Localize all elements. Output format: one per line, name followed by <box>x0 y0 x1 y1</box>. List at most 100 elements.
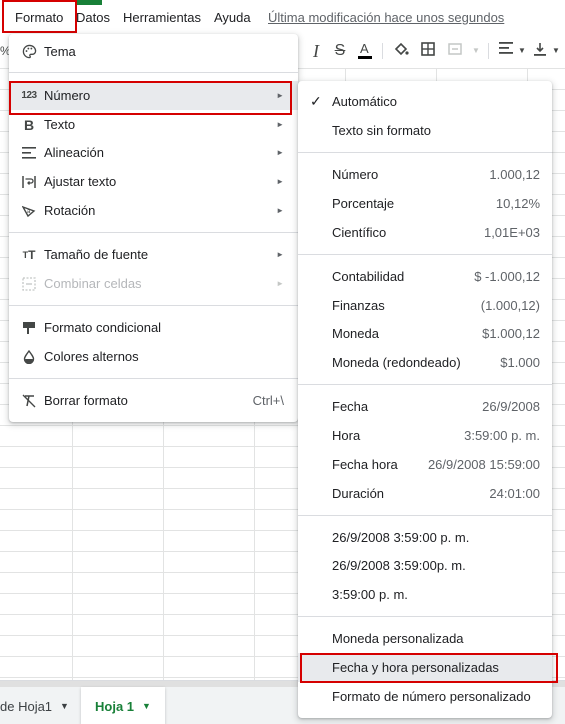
fill-color-icon[interactable] <box>391 41 411 61</box>
format-example: 26/9/2008 <box>482 399 540 414</box>
menu-item-alineacion[interactable]: Alineación ► <box>9 138 298 167</box>
format-example: 26/9/2008 15:59:00 <box>427 457 540 472</box>
wrap-icon <box>21 174 37 190</box>
number-submenu: ✓ Automático Texto sin formato Número 1.… <box>298 81 552 718</box>
chevron-right-icon: ► <box>276 250 284 259</box>
menu-item-label: Número <box>44 88 91 103</box>
submenu-item-label: Fecha <box>332 399 369 414</box>
submenu-item-automatico[interactable]: ✓ Automático <box>298 87 552 116</box>
menu-item-borrar-formato[interactable]: Borrar formato Ctrl+\ <box>9 386 298 415</box>
palette-icon <box>21 44 37 60</box>
check-icon: ✓ <box>310 93 322 109</box>
submenu-item-label: 3:59:00 p. m. <box>332 587 408 602</box>
shortcut-label: Ctrl+\ <box>252 393 284 408</box>
format-example: $1.000 <box>500 355 540 370</box>
menu-item-label: Texto <box>44 117 76 132</box>
submenu-item-recent-datetime-1[interactable]: 26/9/2008 3:59:00 p. m. <box>298 523 552 552</box>
submenu-item-label: Moneda <box>332 326 379 341</box>
menu-item-numero[interactable]: 123 Número ► <box>9 81 298 110</box>
format-example: 3:59:00 p. m. <box>464 428 540 443</box>
conditional-format-icon <box>21 320 37 336</box>
submenu-item-numero[interactable]: Número 1.000,12 <box>298 160 552 189</box>
submenu-item-label: Fecha hora <box>332 457 398 472</box>
menu-divider <box>9 72 298 73</box>
submenu-item-duracion[interactable]: Duración 24:01:00 <box>298 479 552 508</box>
merge-icon <box>21 276 37 292</box>
borders-icon[interactable] <box>418 41 438 61</box>
submenu-item-recent-time[interactable]: 3:59:00 p. m. <box>298 580 552 609</box>
menu-datos[interactable]: Datos <box>76 10 110 25</box>
submenu-item-label: Porcentaje <box>332 196 395 211</box>
chevron-right-icon: ► <box>276 148 284 157</box>
bold-icon: B <box>23 116 35 133</box>
text-color-icon[interactable]: A <box>355 41 375 61</box>
italic-icon[interactable]: I <box>306 41 326 61</box>
valign-dropdown-icon[interactable]: ▼ <box>546 41 565 61</box>
menu-herramientas[interactable]: Herramientas <box>123 10 201 25</box>
menu-item-texto[interactable]: B Texto ► <box>9 110 298 139</box>
submenu-item-label: Moneda (redondeado) <box>332 355 461 370</box>
toolbar: I S A ▼ ▼ ▼ <box>298 34 565 68</box>
merge-cells-icon[interactable] <box>445 41 465 61</box>
submenu-item-contabilidad[interactable]: Contabilidad $ -1.000,12 <box>298 262 552 291</box>
strikethrough-icon[interactable]: S <box>330 41 350 61</box>
submenu-item-moneda-personalizada[interactable]: Moneda personalizada <box>298 624 552 653</box>
merge-dropdown-icon[interactable]: ▼ <box>466 41 486 61</box>
menu-item-label: Ajustar texto <box>44 174 117 189</box>
align-dropdown-icon[interactable]: ▼ <box>512 41 532 61</box>
chevron-right-icon: ► <box>276 206 284 215</box>
submenu-item-cientifico[interactable]: Científico 1,01E+03 <box>298 218 552 247</box>
submenu-item-porcentaje[interactable]: Porcentaje 10,12% <box>298 189 552 218</box>
menu-item-tamano-fuente[interactable]: TT Tamaño de fuente ► <box>9 240 298 269</box>
submenu-item-fecha[interactable]: Fecha 26/9/2008 <box>298 392 552 421</box>
menu-divider <box>9 305 298 306</box>
submenu-item-recent-datetime-2[interactable]: 26/9/2008 3:59:00p. m. <box>298 551 552 580</box>
active-indicator <box>75 0 102 5</box>
menu-divider <box>9 232 298 233</box>
menu-item-combinar-celdas[interactable]: Combinar celdas ► <box>9 269 298 298</box>
menu-item-rotacion[interactable]: a Rotación ► <box>9 196 298 225</box>
format-menu: Tema 123 Número ► B Texto ► Alineación ►… <box>9 34 298 422</box>
submenu-item-texto-sin-formato[interactable]: Texto sin formato <box>298 116 552 145</box>
rotation-icon: a <box>21 203 37 219</box>
menu-formato[interactable]: Formato <box>15 10 63 25</box>
sheet-tab-prev[interactable]: de Hoja1 ▼ <box>0 687 69 724</box>
chevron-right-icon: ► <box>276 177 284 186</box>
last-modified-link[interactable]: Última modificación hace unos segundos <box>268 10 504 25</box>
menubar: Formato Datos Herramientas Ayuda Última … <box>0 0 565 34</box>
chevron-down-icon: ▼ <box>60 701 69 711</box>
menu-divider <box>298 384 552 385</box>
submenu-item-fecha-hora[interactable]: Fecha hora 26/9/2008 15:59:00 <box>298 450 552 479</box>
menu-item-tema[interactable]: Tema <box>9 37 298 66</box>
submenu-item-label: Número <box>332 167 379 182</box>
toolbar-separator <box>488 43 489 59</box>
sheet-tab-label: de Hoja1 <box>0 698 53 714</box>
menu-item-colores-alternos[interactable]: Colores alternos <box>9 342 298 371</box>
submenu-item-finanzas[interactable]: Finanzas (1.000,12) <box>298 291 552 320</box>
submenu-item-moneda[interactable]: Moneda $1.000,12 <box>298 319 552 348</box>
menu-item-ajustar-texto[interactable]: Ajustar texto ► <box>9 167 298 196</box>
format-example: $ -1.000,12 <box>474 269 540 284</box>
submenu-item-fecha-hora-personalizadas[interactable]: Fecha y hora personalizadas <box>298 653 552 682</box>
drop-icon <box>21 349 37 365</box>
submenu-item-moneda-redondeado[interactable]: Moneda (redondeado) $1.000 <box>298 348 552 377</box>
menu-item-label: Formato condicional <box>44 320 162 335</box>
submenu-item-label: Finanzas <box>332 298 385 313</box>
menu-item-formato-condicional[interactable]: Formato condicional <box>9 313 298 342</box>
menu-ayuda[interactable]: Ayuda <box>214 10 251 25</box>
sheet-tab-active[interactable]: Hoja 1 ▼ <box>81 687 165 724</box>
submenu-item-label: Fecha y hora personalizadas <box>332 660 499 675</box>
menu-item-label: Rotación <box>44 203 96 218</box>
submenu-item-formato-numero-personalizado[interactable]: Formato de número personalizado <box>298 682 552 711</box>
submenu-item-label: Hora <box>332 428 361 443</box>
font-size-icon: TT <box>22 247 36 262</box>
format-example: (1.000,12) <box>480 298 540 313</box>
menu-divider <box>298 616 552 617</box>
menu-item-label: Tema <box>44 44 76 59</box>
menu-divider <box>9 378 298 379</box>
toolbar-separator <box>382 43 383 59</box>
submenu-item-label: Científico <box>332 225 387 240</box>
chevron-down-icon: ▼ <box>142 701 151 711</box>
chevron-right-icon: ► <box>276 120 284 129</box>
submenu-item-hora[interactable]: Hora 3:59:00 p. m. <box>298 421 552 450</box>
